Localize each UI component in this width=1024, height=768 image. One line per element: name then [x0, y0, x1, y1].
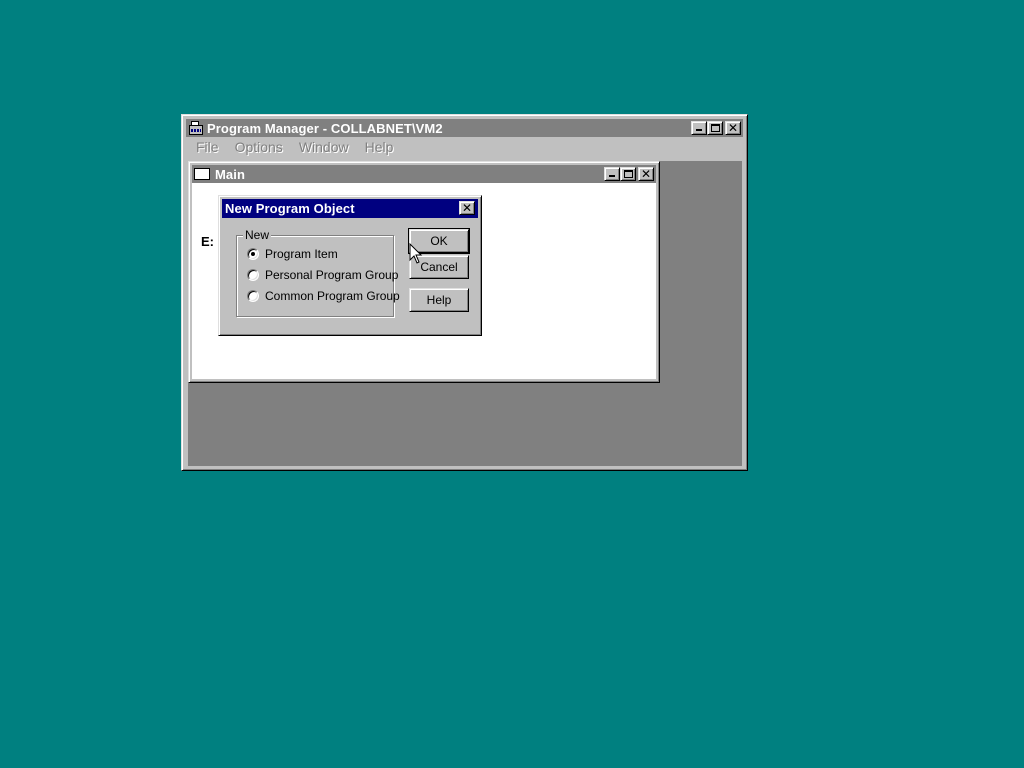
maximize-button[interactable]: [707, 121, 723, 135]
close-icon: ✕: [727, 121, 739, 135]
dialog-title: New Program Object: [225, 201, 355, 216]
menu-window[interactable]: Window: [291, 139, 357, 155]
close-button[interactable]: ✕: [725, 121, 741, 135]
mouse-pointer-icon: [409, 243, 423, 264]
maximize-icon: [711, 124, 720, 132]
radio-program-item-label: Program Item: [265, 247, 338, 261]
main-group-caption-buttons: ✕: [604, 167, 654, 181]
menu-help[interactable]: Help: [357, 139, 402, 155]
menu-options[interactable]: Options: [227, 139, 291, 155]
main-group-title: Main: [215, 166, 246, 182]
main-maximize-button[interactable]: [620, 167, 636, 181]
radio-personal-program-group[interactable]: Personal Program Group: [247, 268, 398, 282]
program-manager-caption-buttons: ✕: [691, 121, 741, 135]
system-menu-icon[interactable]: [194, 168, 210, 180]
maximize-icon: [624, 170, 633, 178]
program-manager-icon[interactable]: [188, 121, 204, 135]
close-icon: ✕: [640, 167, 652, 181]
radio-personal-program-group-label: Personal Program Group: [265, 268, 399, 282]
radio-unselected-icon[interactable]: [247, 269, 259, 281]
menubar: File Options Window Help: [186, 137, 743, 157]
minimize-icon: [696, 129, 702, 131]
radio-selected-icon[interactable]: [247, 248, 259, 260]
radio-program-item[interactable]: Program Item: [247, 247, 338, 261]
radio-common-program-group[interactable]: Common Program Group: [247, 289, 400, 303]
desktop: Program Manager - COLLABNET\VM2 ✕ File O…: [0, 0, 1024, 768]
menu-file[interactable]: File: [188, 139, 227, 155]
close-icon: ✕: [461, 201, 473, 215]
program-item-label[interactable]: E:: [201, 234, 214, 249]
minimize-button[interactable]: [691, 121, 707, 135]
minimize-icon: [609, 175, 615, 177]
dialog-titlebar[interactable]: New Program Object ✕: [222, 199, 478, 218]
dialog-caption-buttons: ✕: [459, 201, 475, 215]
main-close-button[interactable]: ✕: [638, 167, 654, 181]
main-group-titlebar[interactable]: Main ✕: [192, 165, 656, 183]
radio-common-program-group-label: Common Program Group: [265, 289, 400, 303]
radio-unselected-icon[interactable]: [247, 290, 259, 302]
main-minimize-button[interactable]: [604, 167, 620, 181]
help-button[interactable]: Help: [409, 288, 469, 312]
program-manager-titlebar[interactable]: Program Manager - COLLABNET\VM2 ✕: [186, 119, 743, 137]
new-program-object-dialog: New Program Object ✕ New Program Item Pe…: [218, 195, 482, 336]
dialog-close-button[interactable]: ✕: [459, 201, 475, 215]
program-manager-title: Program Manager - COLLABNET\VM2: [207, 120, 443, 136]
new-groupbox-label: New: [243, 228, 272, 242]
